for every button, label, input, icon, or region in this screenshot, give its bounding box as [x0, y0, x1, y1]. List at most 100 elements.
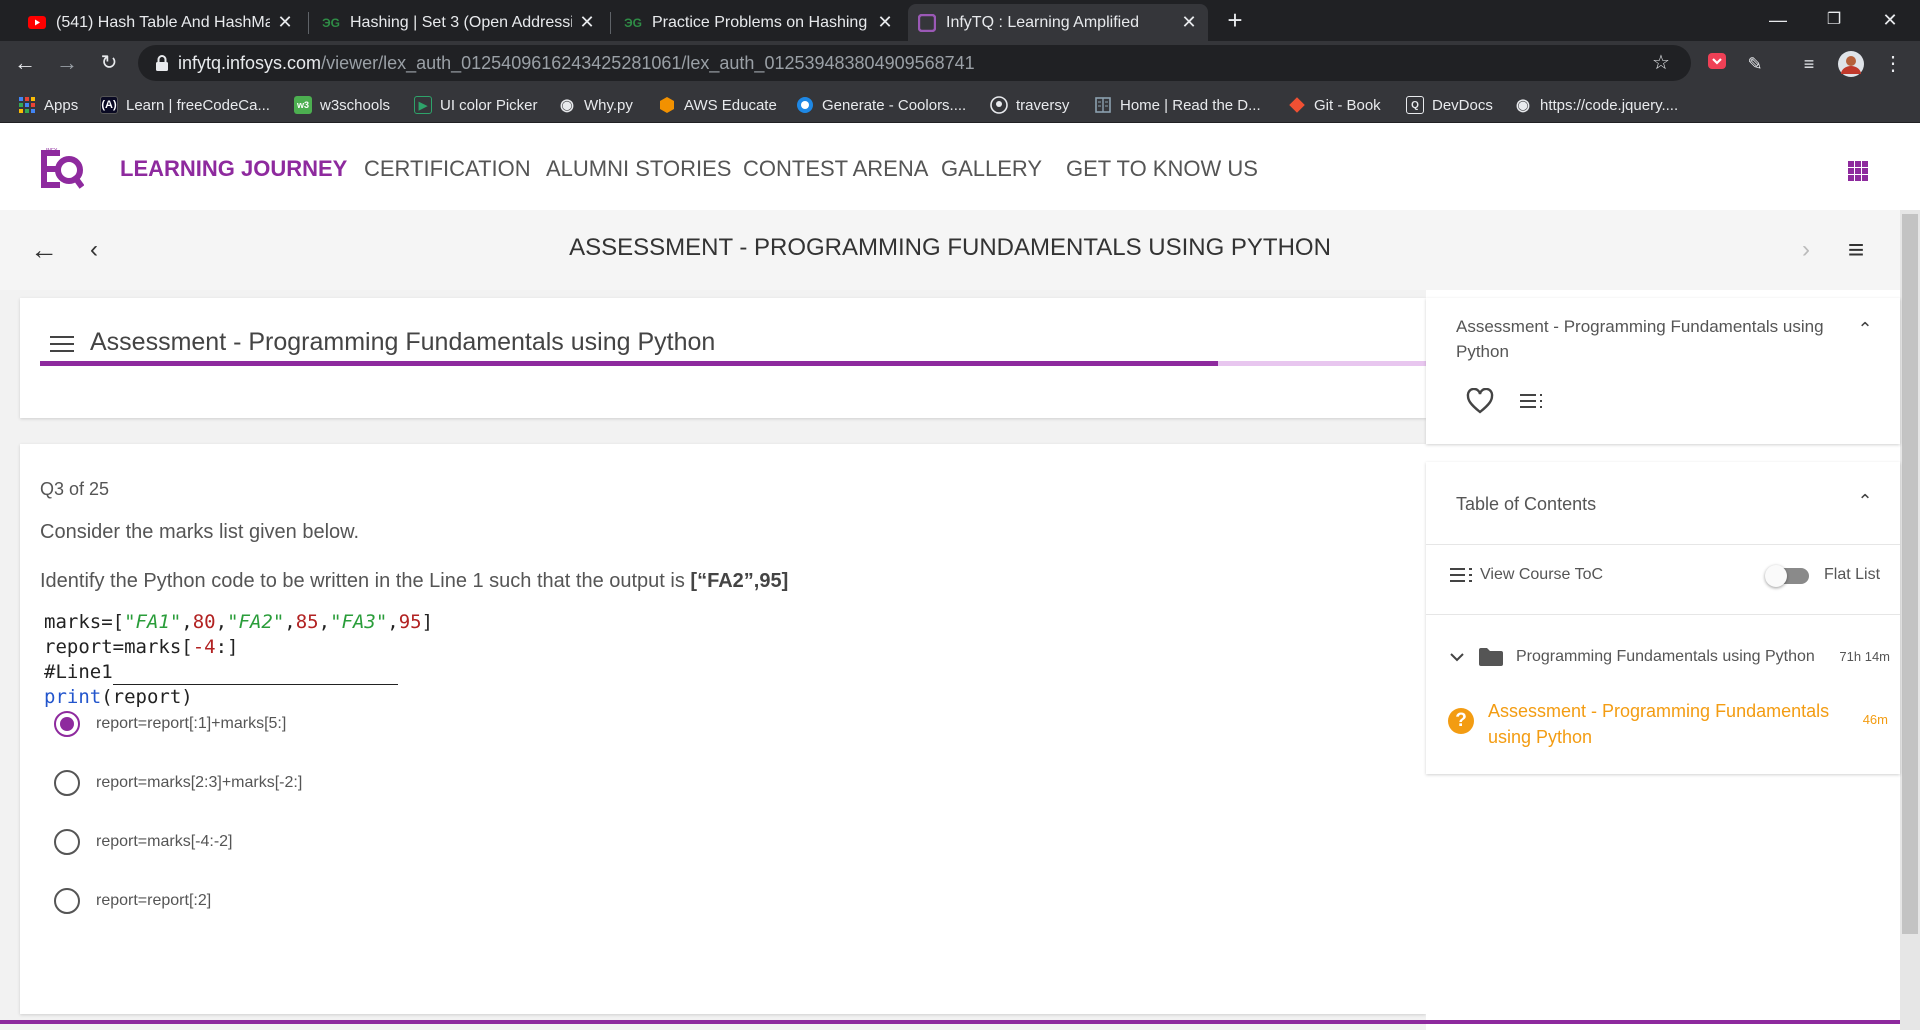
view-course-toc-button[interactable]: View Course ToC [1450, 566, 1603, 584]
code-snippet: marks=["FA1",80,"FA2",85,"FA3",95] repor… [44, 611, 434, 708]
menu-icon[interactable] [50, 336, 74, 356]
viewer-title: ASSESSMENT - PROGRAMMING FUNDAMENTALS US… [569, 234, 1331, 261]
bookmark-readthedocs[interactable]: Home | Read the D... [1094, 94, 1261, 116]
bookmark-traversy[interactable]: traversy [990, 94, 1069, 116]
radio-button[interactable] [54, 829, 80, 855]
bottom-accent-stripe [0, 1020, 1900, 1024]
globe-icon: ◉ [1516, 97, 1530, 114]
infytq-logo[interactable]: INFY [38, 147, 84, 191]
divider [1426, 544, 1900, 545]
chevron-up-icon[interactable]: ⌃ [1856, 492, 1874, 510]
assessment-header-title: Assessment - Programming Fundamentals us… [90, 328, 716, 356]
playlist-icon[interactable] [1520, 392, 1544, 410]
toc-active-item-name: Assessment - Programming Fundamentals us… [1488, 701, 1830, 747]
answer-option-label: report=report[:2] [96, 892, 212, 909]
window-close-icon[interactable]: ✕ [1870, 5, 1910, 35]
radio-button-selected[interactable] [54, 711, 80, 737]
question-text-line1: Consider the marks list given below. [40, 521, 360, 543]
page-scrollbar[interactable] [1900, 210, 1920, 1030]
bookmark-star-icon[interactable]: ☆ [1648, 50, 1674, 76]
bookmark-label: Generate - Coolors.... [822, 96, 967, 114]
youtube-icon [28, 14, 46, 32]
code-token: 80 [192, 611, 216, 633]
reload-icon[interactable]: ↻ [94, 48, 124, 78]
bookmark-freecodecamp[interactable]: (A) Learn | freeCodeCa... [100, 94, 270, 116]
bookmark-w3schools[interactable]: w3 w3schools [294, 94, 390, 116]
bookmark-label: Why.py [584, 96, 633, 114]
bookmark-aws-educate[interactable]: AWS Educate [658, 94, 777, 116]
radio-button[interactable] [54, 888, 80, 914]
browser-tab[interactable]: (541) Hash Table And HashMap In ✕ [18, 4, 304, 41]
browser-tab[interactable]: ЭG Hashing | Set 3 (Open Addressing ✕ [312, 4, 606, 41]
color-picker-extension-icon[interactable]: ✎ [1742, 51, 1768, 77]
readthedocs-icon [1094, 96, 1112, 114]
ui-color-picker-icon: ▶ [414, 96, 432, 114]
browser-tab[interactable]: ЭG Practice Problems on Hashing - G ✕ [614, 4, 904, 41]
toc-module-row[interactable]: Programming Fundamentals using Python 71… [1450, 647, 1890, 667]
answer-option[interactable]: report=report[:1]+marks[5:] [54, 709, 286, 739]
hamburger-menu-icon[interactable]: ≡ [1836, 230, 1876, 270]
bookmark-label: Git - Book [1314, 96, 1381, 114]
media-control-icon[interactable]: ≡ [1796, 51, 1822, 77]
close-tab-icon[interactable]: ✕ [578, 12, 596, 33]
restore-icon[interactable]: ❐ [1814, 5, 1854, 35]
answer-option[interactable]: report=report[:2] [54, 886, 211, 916]
browser-tab-active[interactable]: InfyTQ : Learning Amplified ✕ [908, 4, 1208, 41]
chevron-down-icon[interactable] [1450, 652, 1464, 662]
bookmark-why-py[interactable]: ◉ Why.py [558, 94, 633, 116]
question-card: Q3 of 25 Consider the marks list given b… [20, 444, 1426, 1014]
bookmark-apps[interactable]: Apps [18, 94, 78, 116]
heart-icon[interactable] [1466, 388, 1494, 414]
next-chevron-icon[interactable]: › [1786, 230, 1826, 270]
browser-menu-icon[interactable]: ⋮ [1880, 51, 1906, 77]
bookmark-git-book[interactable]: Git - Book [1288, 94, 1381, 116]
close-tab-icon[interactable]: ✕ [876, 12, 894, 33]
bookmark-ui-color-picker[interactable]: ▶ UI color Picker [414, 94, 538, 116]
bookmark-jquery[interactable]: ◉ https://code.jquery.... [1514, 94, 1678, 116]
infytq-icon [918, 13, 936, 32]
answer-option[interactable]: report=marks[-4:-2] [54, 827, 232, 857]
nav-get-to-know-us[interactable]: GET TO KNOW US [1066, 156, 1258, 182]
svg-text:INFY: INFY [46, 148, 58, 154]
bookmark-devdocs[interactable]: Q DevDocs [1406, 94, 1493, 116]
answer-option-label: report=marks[-4:-2] [96, 833, 233, 850]
nav-learning-journey[interactable]: LEARNING JOURNEY [120, 156, 347, 182]
nav-certification[interactable]: CERTIFICATION [364, 156, 531, 182]
code-token: 95 [398, 611, 422, 633]
apps-grid-icon[interactable] [1848, 161, 1868, 181]
new-tab-button[interactable]: + [1222, 7, 1248, 33]
freecodecamp-icon: (A) [100, 96, 118, 114]
view-course-toc-label: View Course ToC [1480, 566, 1604, 583]
geeksforgeeks-icon: ЭG [624, 15, 642, 30]
lock-icon [156, 55, 168, 71]
close-tab-icon[interactable]: ✕ [276, 12, 294, 33]
close-tab-icon[interactable]: ✕ [1180, 12, 1198, 33]
profile-avatar[interactable] [1838, 51, 1864, 77]
code-token: report=marks[ [44, 636, 193, 658]
radio-button[interactable] [54, 770, 80, 796]
right-side-panel: Assessment - Programming Fundamentals us… [1426, 290, 1900, 1030]
chevron-up-icon[interactable]: ⌃ [1856, 320, 1874, 338]
pocket-extension-icon[interactable] [1704, 51, 1730, 77]
coolors-icon [796, 96, 814, 114]
toc-module-name: Programming Fundamentals using Python [1516, 648, 1815, 665]
bookmark-coolors[interactable]: Generate - Coolors.... [796, 94, 966, 116]
code-token: marks=[ [44, 611, 125, 633]
globe-icon: ◉ [560, 97, 574, 114]
answer-option-label: report=marks[2:3]+marks[-2:] [96, 774, 303, 791]
nav-contest-arena[interactable]: CONTEST ARENA [743, 156, 928, 182]
minimize-icon[interactable]: — [1758, 5, 1798, 35]
nav-alumni-stories[interactable]: ALUMNI STORIES [546, 156, 731, 182]
tab-title: Hashing | Set 3 (Open Addressing [350, 13, 572, 31]
expected-output: [“FA2”,95] [690, 570, 789, 592]
flat-list-toggle[interactable] [1765, 565, 1809, 587]
tab-separator [610, 12, 611, 34]
answer-option[interactable]: report=marks[2:3]+marks[-2:] [54, 768, 302, 798]
forward-arrow-icon[interactable]: → [52, 48, 82, 78]
divider [1426, 614, 1900, 615]
nav-gallery[interactable]: GALLERY [941, 156, 1042, 182]
git-icon [1288, 96, 1306, 114]
scrollbar-thumb[interactable] [1902, 214, 1918, 934]
address-bar[interactable]: infytq.infosys.com/viewer/lex_auth_01254… [138, 45, 1691, 81]
back-arrow-icon[interactable]: ← [10, 48, 40, 78]
